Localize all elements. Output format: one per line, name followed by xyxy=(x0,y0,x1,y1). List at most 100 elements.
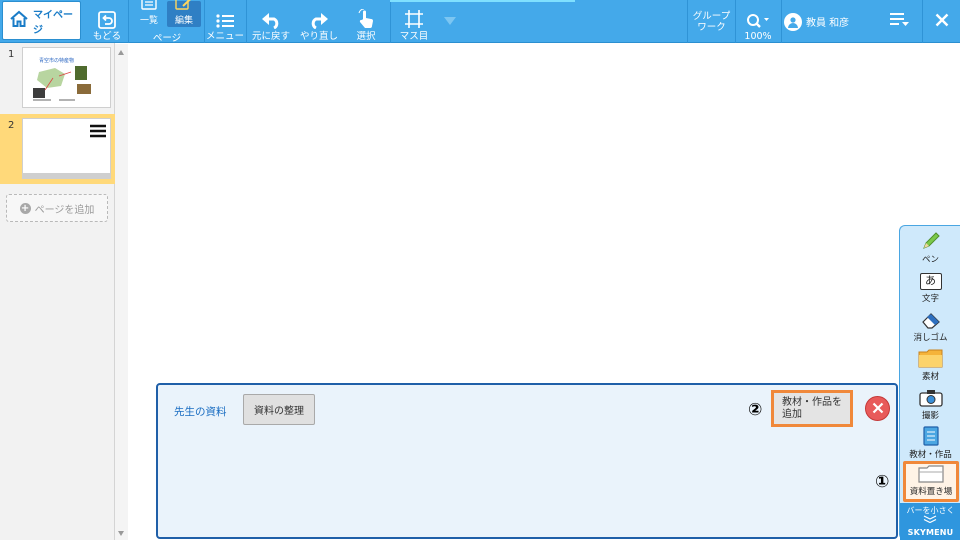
organize-materials-button[interactable]: 資料の整理 xyxy=(243,394,315,425)
close-icon xyxy=(935,13,949,30)
page-menu-icon[interactable] xyxy=(89,123,107,142)
camera-icon xyxy=(918,389,943,409)
drawer-title: 先生の資料 xyxy=(174,406,227,418)
page-item-2[interactable]: 2 xyxy=(0,114,115,184)
pen-icon xyxy=(921,231,941,253)
toolbar-divider xyxy=(128,0,129,43)
select-button[interactable]: 選択 xyxy=(344,0,388,43)
thumbnail-footer-bar xyxy=(23,173,110,178)
thumbnail-title: 青空市の特産物 xyxy=(39,58,75,64)
redo-button[interactable]: やり直し xyxy=(296,0,342,43)
zoom-level: 100% xyxy=(744,30,772,42)
tool-palette: ペン あ 文字 消しゴム 素材 撮影 教材・作品 資料置き場 バーを小さく SK… xyxy=(899,225,960,540)
organize-label: 資料の整理 xyxy=(254,406,304,417)
add-material-button[interactable]: 教材・作品を 追加 xyxy=(771,390,853,427)
mypage-label: マイページ xyxy=(33,9,73,36)
scroll-up-arrow-icon[interactable] xyxy=(118,50,124,55)
page-group-label: ページ xyxy=(152,33,182,44)
eraser-label: 消しゴム xyxy=(913,333,948,343)
zoom-button[interactable]: 100% xyxy=(736,0,780,43)
text-label: 文字 xyxy=(921,294,939,304)
page-number: 1 xyxy=(8,49,15,60)
edit-view-label: 編集 xyxy=(174,16,193,26)
page-item-1[interactable]: 1 青空市の特産物 xyxy=(0,43,115,113)
storage-label: 資料置き場 xyxy=(909,487,953,497)
zoom-icon xyxy=(746,13,770,32)
group-work-line2: ワーク xyxy=(697,21,726,33)
sort-menu-button[interactable] xyxy=(878,0,922,43)
menu-button[interactable]: メニュー xyxy=(205,0,245,43)
add-material-line1: 教材・作品を xyxy=(782,397,842,408)
grid-label: マス目 xyxy=(399,30,429,42)
list-view-label: 一覧 xyxy=(139,16,158,26)
page-view-group: 一覧 編集 ページ xyxy=(130,0,204,44)
photo-label: 撮影 xyxy=(921,411,939,421)
page-thumbnail-2[interactable] xyxy=(22,118,111,179)
avatar xyxy=(784,12,802,31)
text-tool-icon: あ xyxy=(919,273,942,290)
pen-tool[interactable]: ペン xyxy=(900,228,960,267)
edit-view-icon xyxy=(175,0,193,13)
close-icon xyxy=(872,399,884,418)
hand-pointer-icon xyxy=(356,8,376,32)
shrink-bar-button[interactable]: バーを小さく SKYMENU xyxy=(900,503,960,540)
toolbar-divider xyxy=(390,0,391,43)
chevron-down-icon xyxy=(923,515,937,525)
add-page-button[interactable]: + ページを追加 xyxy=(6,194,108,222)
select-label: 選択 xyxy=(356,30,376,42)
canvas-scrollbar[interactable] xyxy=(115,44,128,540)
undo-label: 元に戻す xyxy=(251,30,290,42)
page-thumbnail-1[interactable]: 青空市の特産物 xyxy=(22,47,111,108)
eraser-tool[interactable]: 消しゴム xyxy=(900,306,960,345)
top-toolbar: マイページ もどる 一覧 編集 ページ メニュー 元に戻す やり直し 選択 マス… xyxy=(0,0,960,44)
sort-menu-icon xyxy=(889,12,911,31)
redo-icon xyxy=(308,11,330,32)
eraser-icon xyxy=(920,311,942,331)
step-2-marker: ② xyxy=(748,400,763,420)
thumbnail-map-image xyxy=(33,66,91,101)
group-work-line1: グループ xyxy=(692,10,731,22)
undo-icon xyxy=(260,11,282,32)
grid-button[interactable]: マス目 xyxy=(392,0,436,43)
close-app-button[interactable] xyxy=(923,0,960,43)
add-page-label: ページを追加 xyxy=(34,204,95,216)
group-work-button[interactable]: グループ ワーク xyxy=(689,0,734,43)
text-tool[interactable]: あ 文字 xyxy=(900,267,960,306)
pen-label: ペン xyxy=(921,255,939,265)
list-view-icon xyxy=(141,0,157,13)
back-button[interactable]: もどる xyxy=(88,0,126,43)
materials-drawer: 先生の資料 資料の整理 ② 教材・作品を 追加 xyxy=(156,383,898,539)
works-tool[interactable]: 教材・作品 xyxy=(900,423,960,462)
user-name: 教員 和彦 xyxy=(806,18,850,29)
storage-box-icon xyxy=(918,465,944,485)
page-list-panel: 1 青空市の特産物 2 + ページを追加 xyxy=(0,43,115,540)
material-label: 素材 xyxy=(921,372,939,382)
back-icon xyxy=(98,10,116,32)
menu-label: メニュー xyxy=(205,30,244,42)
user-account[interactable]: 教員 和彦 xyxy=(782,0,874,43)
redo-label: やり直し xyxy=(299,30,338,42)
add-material-line2: 追加 xyxy=(782,409,802,420)
skymenu-logo: SKYMENU xyxy=(907,528,954,537)
plus-icon: + xyxy=(19,202,31,214)
mypage-button[interactable]: マイページ xyxy=(2,1,81,40)
home-icon xyxy=(9,10,29,31)
scroll-down-arrow-icon[interactable] xyxy=(118,531,124,536)
page-number: 2 xyxy=(8,120,15,131)
list-view-button[interactable]: 一覧 xyxy=(132,0,166,27)
back-label: もどる xyxy=(92,30,122,42)
close-drawer-button[interactable] xyxy=(865,396,890,421)
camera-tool[interactable]: 撮影 xyxy=(900,384,960,423)
toolbar-divider xyxy=(246,0,247,43)
toolbar-divider xyxy=(687,0,688,43)
material-tool[interactable]: 素材 xyxy=(900,345,960,384)
notebook-icon xyxy=(922,426,939,448)
grid-icon xyxy=(404,9,424,32)
works-label: 教材・作品 xyxy=(909,450,952,460)
undo-button[interactable]: 元に戻す xyxy=(248,0,294,43)
edit-view-button[interactable]: 編集 xyxy=(167,0,201,27)
menu-list-icon xyxy=(215,13,235,32)
storage-tool[interactable]: 資料置き場 xyxy=(903,461,959,502)
grid-dropdown-arrow-icon[interactable] xyxy=(444,17,456,25)
folder-icon xyxy=(918,348,944,370)
